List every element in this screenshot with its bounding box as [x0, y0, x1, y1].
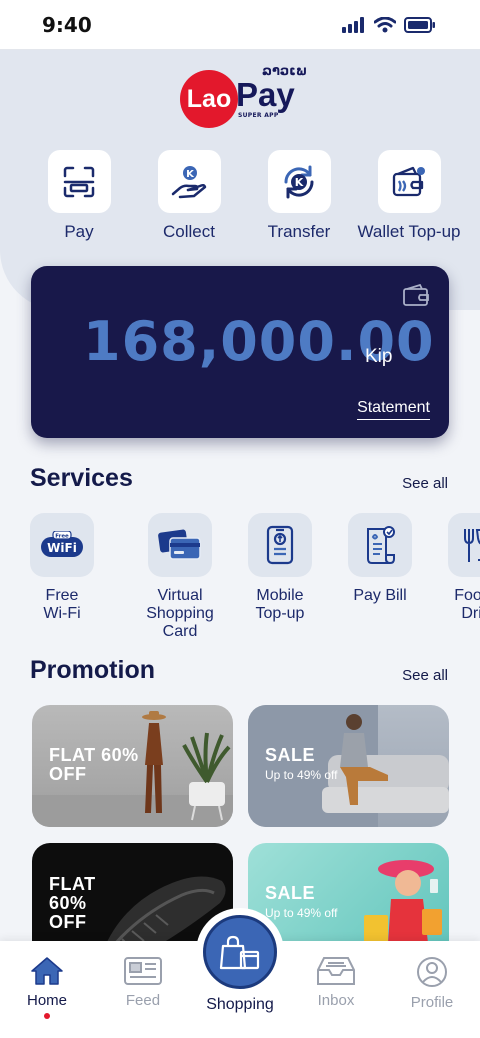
nav-label: Feed: [125, 992, 161, 1009]
svg-text:Free: Free: [55, 534, 69, 540]
service-mobile-topup[interactable]: Mobile Top-up: [230, 513, 330, 643]
service-pay-bill[interactable]: Pay Bill: [330, 513, 430, 643]
service-label: Virtual Shopping Card: [146, 587, 214, 640]
status-icons: [342, 16, 436, 33]
quick-action-label: Transfer: [267, 222, 331, 241]
promo-title: FLAT 60% OFF: [49, 745, 139, 784]
profile-icon: [417, 957, 447, 987]
nav-label: Profile: [410, 994, 454, 1011]
promo-sofa-image: [248, 705, 449, 827]
service-label: Free Wi-Fi: [43, 587, 81, 622]
transfer-button[interactable]: K: [267, 150, 331, 213]
balance-currency: Kip: [365, 346, 393, 367]
food-drink-icon: [464, 529, 480, 562]
nav-home[interactable]: Home: [2, 956, 92, 1019]
nav-inbox[interactable]: Inbox: [291, 956, 381, 1009]
services-title: Services: [30, 464, 133, 492]
quick-action-pay[interactable]: Pay: [24, 150, 134, 242]
statement-link[interactable]: Statement: [357, 399, 430, 420]
cards-icon: [158, 529, 201, 560]
nav-shopping-label[interactable]: Shopping: [195, 996, 285, 1014]
svg-text:WiFi: WiFi: [47, 541, 77, 555]
inbox-icon: [317, 957, 355, 985]
nav-profile[interactable]: Profile: [387, 956, 477, 1011]
promo-title: SALE: [265, 883, 316, 903]
promotion-title: Promotion: [30, 656, 155, 684]
service-food-drink[interactable]: Food & Drink: [430, 513, 480, 643]
quick-action-wallet-topup[interactable]: Wallet Top-up: [354, 150, 464, 242]
kip-hand-icon: K: [171, 165, 207, 198]
quick-actions: Pay K Collect K Transfer Wallet Top-up: [24, 150, 464, 242]
scan-icon: [63, 166, 95, 197]
service-free-wifi[interactable]: WiFi Free Free Wi-Fi: [30, 513, 94, 643]
logo-super-app: SUPER APP: [238, 112, 279, 119]
quick-action-collect[interactable]: K Collect: [134, 150, 244, 242]
svg-text:K: K: [186, 169, 195, 180]
promo-title: FLAT 60% OFF: [49, 874, 96, 932]
promo-subtitle: Up to 49% off: [265, 906, 338, 920]
wifi-status-icon: [374, 16, 396, 32]
promo-card[interactable]: FLAT 60% OFF: [32, 705, 233, 827]
signal-icon: [342, 16, 364, 33]
wallet-icon[interactable]: [403, 284, 429, 306]
service-label: Food & Drink: [454, 587, 480, 622]
balance-card: 168,000.00 Kip Statement: [31, 266, 449, 438]
active-indicator-dot: [44, 1013, 50, 1019]
quick-action-label: Pay: [64, 222, 94, 241]
service-label: Pay Bill: [353, 587, 407, 604]
mobile-topup-icon: [266, 525, 294, 565]
wifi-icon: WiFi Free: [41, 531, 83, 557]
battery-icon: [404, 16, 435, 33]
promo-subtitle: Up to 49% off: [265, 768, 338, 782]
promo-title: SALE: [265, 745, 316, 765]
services-list: WiFi Free Free Wi-Fi Virtual Shopping Ca…: [30, 513, 480, 643]
service-virtual-shopping-card[interactable]: Virtual Shopping Card: [130, 513, 230, 643]
home-icon: [31, 957, 63, 985]
promo-card[interactable]: SALE Up to 49% off: [248, 705, 449, 827]
svg-text:K: K: [295, 176, 304, 189]
nav-label: Inbox: [317, 992, 355, 1009]
feed-icon: [124, 957, 162, 985]
service-label: Mobile Top-up: [255, 587, 305, 622]
quick-action-label: Collect: [163, 222, 215, 241]
quick-action-transfer[interactable]: K Transfer: [244, 150, 354, 242]
bill-icon: [367, 526, 395, 565]
status-time: 9:40: [42, 12, 92, 37]
status-bar: 9:40: [0, 0, 480, 50]
kip-transfer-icon: K: [284, 165, 314, 198]
shopping-fab-button[interactable]: [203, 915, 277, 989]
shopping-bag-icon: [219, 935, 260, 970]
promotion-see-all-link[interactable]: See all: [402, 667, 448, 684]
pay-button[interactable]: [47, 150, 111, 213]
quick-action-label: Wallet Top-up: [357, 222, 461, 241]
nav-feed[interactable]: Feed: [98, 956, 188, 1009]
wallet-topup-button[interactable]: [377, 150, 441, 213]
wallet-topup-icon: [392, 166, 425, 196]
nav-label: Home: [26, 992, 67, 1009]
logo-lao-badge: Lao: [180, 70, 238, 128]
services-see-all-link[interactable]: See all: [402, 475, 448, 492]
collect-button[interactable]: K: [157, 150, 221, 213]
logo-pay-text: Pay: [236, 76, 295, 113]
laopay-logo: Lao ລາວເພ Pay SUPER APP: [180, 64, 310, 132]
